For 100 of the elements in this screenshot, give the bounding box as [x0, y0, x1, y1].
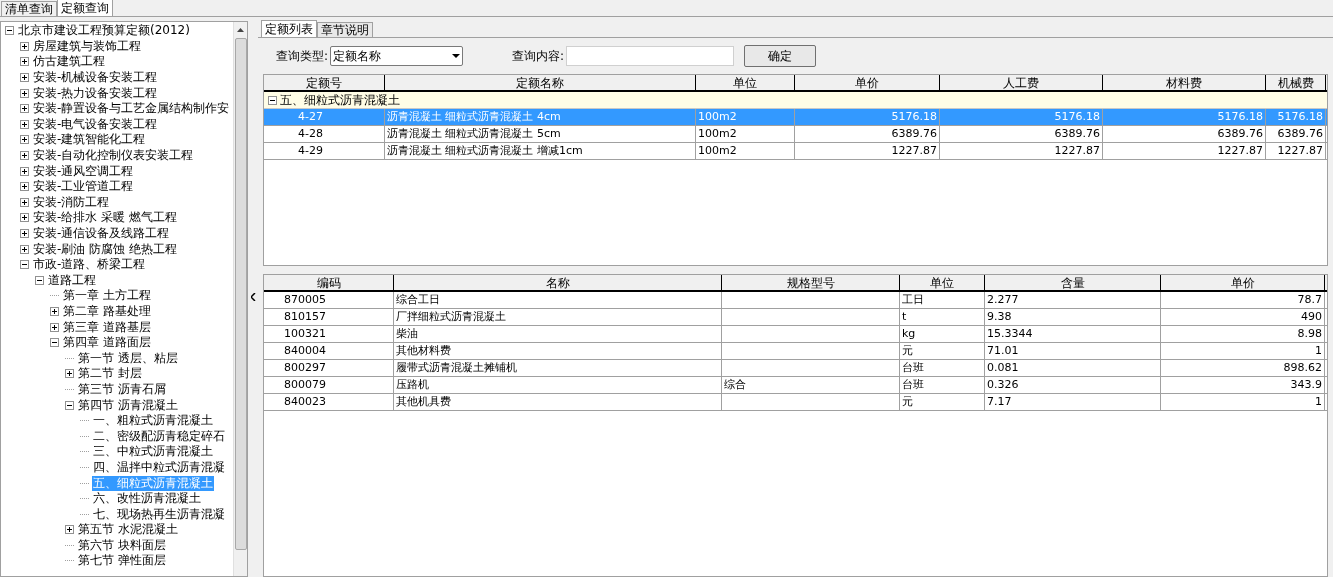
table-cell: 1227.87 [1103, 143, 1266, 159]
expand-icon[interactable] [20, 213, 29, 223]
table-cell: 100321 [264, 326, 394, 342]
expand-icon[interactable] [20, 135, 29, 145]
tree-item[interactable]: 安装-机械设备安装工程 [32, 70, 159, 86]
tree-item[interactable]: 二、密级配沥青稳定碎石 [92, 428, 226, 444]
column-header[interactable]: 单价 [1161, 275, 1325, 291]
tree-item[interactable]: 六、改性沥青混凝土 [92, 491, 202, 507]
table-cell: 4-28 [264, 126, 385, 142]
tree-item[interactable]: 市政-道路、桥梁工程 [32, 257, 147, 273]
expand-icon[interactable] [20, 166, 29, 176]
table-cell: 台班 [900, 360, 985, 376]
tree-item[interactable]: 第三章 道路基层 [62, 319, 152, 335]
group-label: 五、细粒式沥青混凝土 [280, 92, 400, 109]
column-header[interactable]: 单位 [696, 75, 795, 91]
collapse-icon[interactable] [20, 260, 29, 270]
tree-item[interactable]: 安装-通信设备及线路工程 [32, 226, 171, 241]
expand-icon[interactable] [20, 182, 29, 192]
tree-item[interactable]: 四、温拌中粒式沥青混凝 [92, 459, 226, 475]
tab[interactable]: 清单查询 [1, 1, 57, 16]
column-header[interactable]: 名称 [394, 275, 722, 291]
expand-icon[interactable] [20, 244, 29, 254]
tree-item[interactable]: 安装-给排水 采暖 燃气工程 [32, 210, 178, 226]
tree-item[interactable]: 安装-工业管道工程 [32, 179, 135, 195]
tree-item[interactable]: 安装-消防工程 [32, 194, 111, 210]
tree-item[interactable]: 安装-电气设备安装工程 [32, 116, 159, 132]
tab[interactable]: 定额列表 [261, 20, 317, 37]
tree-item[interactable]: 第一章 土方工程 [62, 288, 152, 304]
tree-item[interactable]: 安装-自动化控制仪表安装工程 [32, 148, 195, 164]
expand-icon[interactable] [50, 307, 59, 316]
column-header[interactable]: 定额名称 [385, 75, 696, 91]
column-header[interactable]: 单位 [900, 275, 985, 291]
table-cell: 898.62 [1161, 360, 1325, 376]
tree-item[interactable]: 安装-通风空调工程 [32, 163, 135, 179]
table-row[interactable]: 4-29 沥青混凝土 细粒式沥青混凝土 增减1cm 100m2 1227.87 1227.87 1227.87 1227.87 [264, 143, 1327, 160]
table-cell: 100m2 [696, 109, 795, 125]
expand-icon[interactable] [20, 229, 29, 238]
column-header[interactable]: 单价 [795, 75, 940, 91]
expand-icon[interactable] [20, 151, 29, 161]
tree-item[interactable]: 第二节 封层 [77, 366, 143, 382]
column-header[interactable]: 规格型号 [722, 275, 900, 291]
expand-icon[interactable] [20, 197, 29, 207]
expand-icon[interactable] [20, 57, 29, 67]
column-header[interactable]: 材料费 [1103, 75, 1266, 91]
table-cell: 1 [1161, 394, 1325, 410]
column-header[interactable]: 定额号 [264, 75, 385, 91]
scrollbar[interactable] [233, 22, 247, 576]
expand-icon[interactable] [20, 88, 29, 98]
table-cell: 压路机 [394, 377, 722, 393]
tree-item[interactable]: 一、粗粒式沥青混凝土 [92, 413, 214, 429]
column-header[interactable]: 含量 [985, 275, 1161, 291]
collapse-icon[interactable] [50, 338, 59, 348]
confirm-button[interactable]: 确定 [744, 45, 817, 67]
tree-item[interactable]: 七、现场热再生沥青混凝 [92, 506, 226, 522]
table-cell: 1227.87 [940, 143, 1103, 159]
tree-item[interactable]: 第四章 道路面层 [62, 335, 152, 351]
tree-item[interactable]: 房屋建筑与装饰工程 [32, 38, 142, 54]
expand-icon[interactable] [20, 119, 29, 129]
table-row[interactable]: 4-28 沥青混凝土 细粒式沥青混凝土 5cm 100m2 6389.76 6389.76 6389.76 6389.76 [264, 126, 1327, 143]
column-header[interactable]: 人工费 [940, 75, 1103, 91]
column-header[interactable]: 机械费 [1266, 75, 1326, 91]
collapse-icon[interactable] [65, 400, 74, 410]
expand-icon[interactable] [20, 73, 29, 83]
tab[interactable]: 定额查询 [57, 0, 113, 16]
column-header[interactable]: 编码 [264, 275, 394, 291]
tree-item[interactable]: 第三节 沥青石屑 [77, 381, 167, 397]
collapse-icon[interactable] [35, 275, 44, 285]
collapse-left-icon[interactable] [250, 293, 256, 301]
table-cell: 其他机具费 [394, 394, 722, 410]
tree-item[interactable]: 第七节 弹性面层 [77, 553, 167, 569]
tree-item[interactable]: 安装-静置设备与工艺金属结构制作安 [32, 101, 231, 117]
tab[interactable]: 章节说明 [317, 22, 373, 37]
collapse-icon[interactable] [268, 95, 277, 105]
tree-item[interactable]: 第六节 块料面层 [77, 537, 167, 553]
scroll-up-icon[interactable] [237, 28, 244, 32]
query-type-dropdown[interactable]: 定额名称 [330, 46, 464, 66]
tree-item[interactable]: 道路工程 [47, 272, 97, 288]
tree-item[interactable]: 仿古建筑工程 [32, 54, 106, 70]
tree-item[interactable]: 北京市建设工程预算定额(2012) [17, 23, 191, 39]
tree-item[interactable]: 安装-建筑智能化工程 [32, 132, 147, 148]
tree-item[interactable]: 第四节 沥青混凝土 [77, 397, 179, 413]
table-cell: 元 [900, 394, 985, 410]
table-cell: 1227.87 [795, 143, 940, 159]
query-content-field[interactable] [566, 46, 735, 66]
collapse-icon[interactable] [5, 26, 14, 36]
expand-icon[interactable] [65, 525, 74, 535]
tree-item[interactable]: 第五节 水泥混凝土 [77, 522, 179, 538]
expand-icon[interactable] [50, 322, 59, 332]
expand-icon[interactable] [65, 369, 74, 379]
table-cell: 100m2 [696, 126, 795, 142]
table-cell: 8.98 [1161, 326, 1325, 342]
group-row[interactable]: 五、细粒式沥青混凝土 [264, 92, 1327, 109]
tree-item[interactable]: 三、中粒式沥青混凝土 [92, 444, 214, 460]
expand-icon[interactable] [20, 104, 29, 114]
tree-item[interactable]: 第一节 透层、粘层 [77, 350, 179, 366]
tree-item[interactable]: 安装-热力设备安装工程 [32, 85, 159, 101]
tree-item[interactable]: 第二章 路基处理 [62, 304, 152, 319]
table-cell: 0.081 [985, 360, 1161, 376]
expand-icon[interactable] [20, 41, 29, 51]
tree-item[interactable]: 安装-刷油 防腐蚀 绝热工程 [32, 241, 178, 257]
